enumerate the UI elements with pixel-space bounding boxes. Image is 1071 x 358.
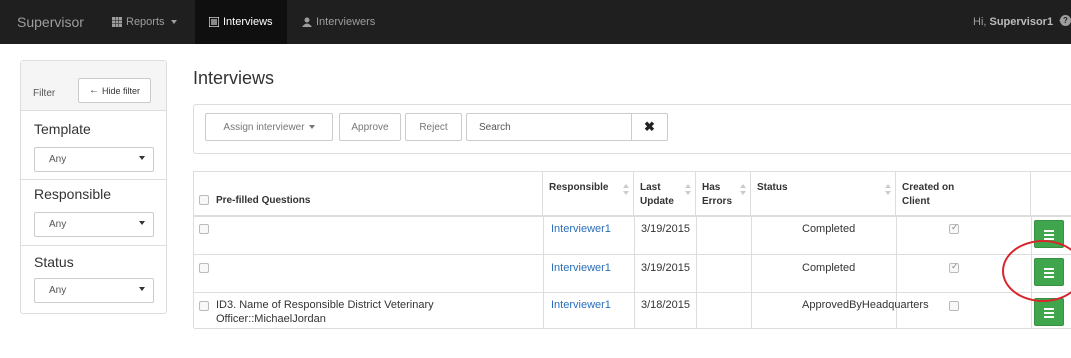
column-header-label: Status bbox=[757, 182, 788, 193]
last-update-cell: 3/19/2015 bbox=[641, 262, 690, 274]
row-checkbox[interactable] bbox=[199, 301, 209, 311]
hide-filter-button[interactable]: ← Hide filter bbox=[78, 78, 151, 103]
created-on-client-checkbox bbox=[949, 261, 959, 273]
status-cell: ApprovedByHeadquarters bbox=[802, 299, 929, 311]
sort-icon bbox=[685, 184, 691, 198]
responsible-select[interactable]: Any bbox=[34, 212, 154, 237]
clear-search-button[interactable]: ✖ bbox=[632, 113, 668, 141]
column-header-label: Has bbox=[702, 182, 721, 193]
responsible-title: Responsible bbox=[34, 186, 112, 202]
row-checkbox[interactable] bbox=[199, 263, 209, 273]
hide-filter-label: Hide filter bbox=[101, 85, 140, 96]
chevron-down-icon bbox=[139, 221, 145, 225]
user-menu[interactable]: Hi, Supervisor1 bbox=[973, 16, 1066, 28]
column-header-label: Client bbox=[902, 196, 930, 207]
filter-header: Filter ← Hide filter bbox=[21, 61, 166, 111]
caret-down-icon bbox=[308, 125, 315, 129]
responsible-select-value: Any bbox=[49, 219, 67, 230]
chevron-down-icon bbox=[139, 287, 145, 291]
nav-reports-label: Reports bbox=[126, 16, 165, 28]
filter-label: Filter bbox=[33, 88, 56, 99]
column-header-prefilled[interactable]: Pre-filled Questions bbox=[194, 172, 543, 216]
column-divider bbox=[751, 216, 752, 329]
column-header-label: Pre-filled Questions bbox=[216, 195, 311, 206]
interviews-table: Pre-filled Questions Responsible Last Up… bbox=[193, 171, 1071, 329]
template-title: Template bbox=[34, 121, 91, 137]
chevron-down-icon bbox=[139, 156, 145, 160]
approve-label: Approve bbox=[351, 121, 389, 133]
divider bbox=[21, 245, 166, 246]
last-update-cell: 3/19/2015 bbox=[641, 223, 690, 235]
status-select[interactable]: Any bbox=[34, 278, 154, 303]
nav-interviewers-label: Interviewers bbox=[316, 16, 376, 28]
brand[interactable]: Supervisor bbox=[17, 14, 84, 30]
column-divider bbox=[634, 216, 635, 329]
assign-interviewer-label: Assign interviewer bbox=[223, 121, 305, 133]
status-select-value: Any bbox=[49, 285, 67, 296]
approve-button[interactable]: Approve bbox=[339, 113, 401, 141]
column-header-status[interactable]: Status bbox=[751, 172, 896, 216]
responsible-link[interactable]: Interviewer1 bbox=[551, 223, 611, 235]
column-header-label: Responsible bbox=[549, 182, 609, 193]
column-header-has-errors[interactable]: Has Errors bbox=[696, 172, 751, 216]
column-header-created-on-client[interactable]: Created on Client bbox=[896, 172, 1031, 216]
open-interview-button[interactable] bbox=[1034, 298, 1064, 326]
column-header-last-update[interactable]: Last Update bbox=[634, 172, 696, 216]
action-toolbar: Assign interviewer Approve Reject ✖ bbox=[193, 104, 1071, 154]
arrow-left-icon: ← bbox=[88, 85, 99, 96]
template-select[interactable]: Any bbox=[34, 147, 154, 172]
grid-icon bbox=[112, 17, 122, 27]
column-divider bbox=[896, 216, 897, 329]
assign-interviewer-button[interactable]: Assign interviewer bbox=[205, 113, 333, 141]
status-title: Status bbox=[34, 254, 74, 270]
column-divider bbox=[543, 216, 544, 329]
filter-panel: Filter ← Hide filter Template Any Respon… bbox=[20, 60, 167, 314]
help-icon[interactable]: ? bbox=[1060, 15, 1071, 26]
row-divider bbox=[194, 328, 1071, 329]
column-divider bbox=[696, 216, 697, 329]
column-header-label: Update bbox=[640, 196, 674, 207]
nav-interviews[interactable]: Interviews bbox=[195, 0, 287, 44]
template-select-value: Any bbox=[49, 154, 67, 165]
column-header-label: Created on bbox=[902, 182, 955, 193]
nav-interviewers[interactable]: Interviewers bbox=[302, 16, 375, 28]
prefilled-cell: ID3. Name of Responsible District Veteri… bbox=[216, 299, 434, 311]
greeting-text: Hi, bbox=[973, 16, 990, 28]
row-checkbox[interactable] bbox=[199, 224, 209, 234]
responsible-link[interactable]: Interviewer1 bbox=[551, 262, 611, 274]
column-header-responsible[interactable]: Responsible bbox=[543, 172, 634, 216]
username: Supervisor1 bbox=[989, 16, 1054, 28]
prefilled-cell: Officer::MichaelJordan bbox=[216, 313, 326, 325]
caret-down-icon bbox=[170, 20, 177, 24]
last-update-cell: 3/18/2015 bbox=[641, 299, 690, 311]
row-divider bbox=[194, 254, 1071, 255]
close-icon: ✖ bbox=[644, 119, 655, 134]
sort-icon bbox=[740, 184, 746, 198]
sort-icon bbox=[885, 184, 891, 198]
responsible-link[interactable]: Interviewer1 bbox=[551, 299, 611, 311]
nav-interviews-label: Interviews bbox=[223, 16, 273, 28]
created-on-client-checkbox bbox=[949, 301, 959, 311]
top-navbar: Supervisor Reports Interviews Interviewe… bbox=[0, 0, 1071, 44]
status-cell: Completed bbox=[802, 223, 856, 235]
page-title: Interviews bbox=[193, 68, 275, 88]
column-header-label: Last bbox=[640, 182, 661, 193]
column-header-label: Errors bbox=[702, 196, 733, 207]
reject-label: Reject bbox=[419, 121, 448, 133]
created-on-client-checkbox bbox=[949, 222, 959, 234]
sort-icon bbox=[623, 184, 629, 198]
list-icon bbox=[209, 17, 219, 27]
header-divider bbox=[194, 215, 1071, 217]
select-all-checkbox[interactable] bbox=[199, 195, 209, 205]
status-cell: Completed bbox=[802, 262, 856, 274]
user-icon bbox=[302, 17, 312, 27]
row-divider bbox=[194, 292, 1071, 293]
search-input[interactable] bbox=[466, 113, 632, 141]
reject-button[interactable]: Reject bbox=[405, 113, 462, 141]
divider bbox=[21, 179, 166, 180]
nav-reports[interactable]: Reports bbox=[112, 16, 177, 28]
